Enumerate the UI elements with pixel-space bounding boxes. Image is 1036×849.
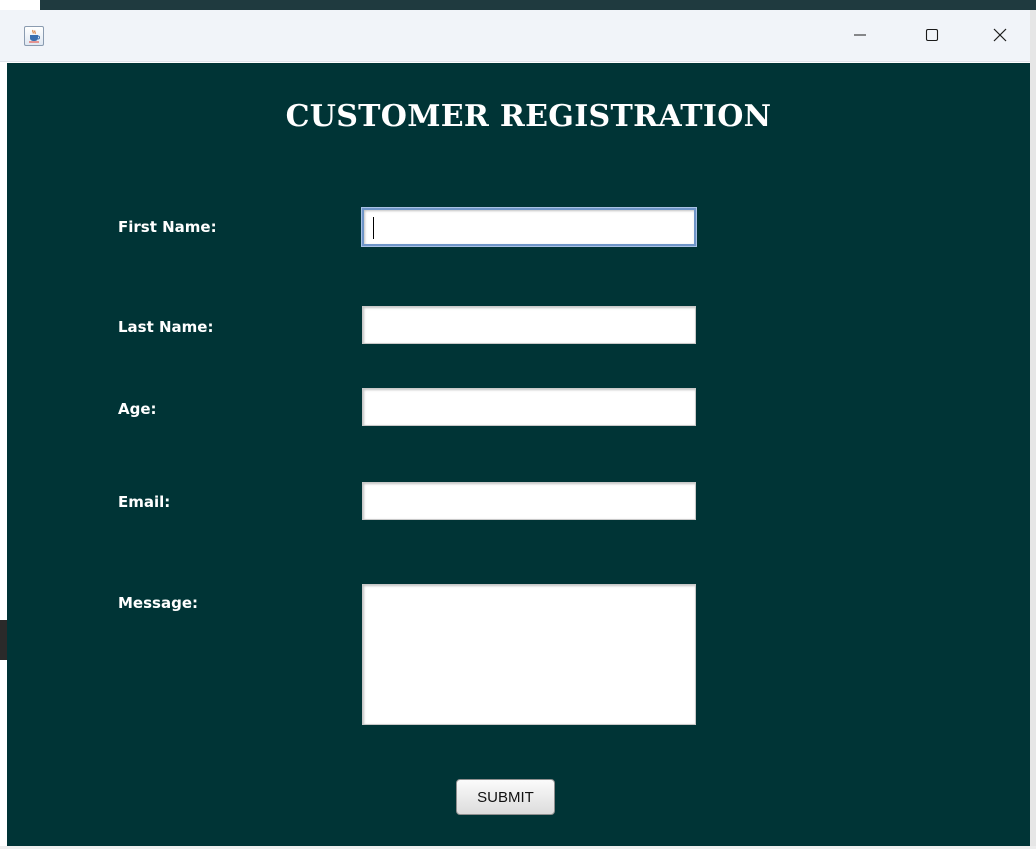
submit-button[interactable]: SUBMIT (456, 779, 555, 815)
java-coffee-cup-glyph (29, 29, 40, 43)
last-name-label: Last Name: (118, 318, 214, 336)
application-window: CUSTOMER REGISTRATION First Name: Last N… (0, 0, 1036, 849)
minimize-button[interactable] (826, 10, 894, 60)
window-top-edge (40, 0, 1036, 10)
message-label: Message: (118, 594, 198, 612)
window-right-edge (1030, 10, 1036, 849)
window-titlebar[interactable] (0, 10, 1030, 62)
registration-panel: CUSTOMER REGISTRATION First Name: Last N… (7, 63, 1030, 846)
age-label: Age: (118, 400, 157, 418)
maximize-icon (925, 28, 939, 42)
close-button[interactable] (966, 10, 1034, 60)
minimize-icon (854, 34, 866, 36)
age-input[interactable] (362, 388, 696, 426)
text-caret (373, 217, 374, 239)
first-name-input[interactable] (362, 208, 696, 246)
java-coffee-cup-icon[interactable] (24, 26, 44, 46)
message-textarea[interactable] (362, 584, 696, 725)
email-input[interactable] (362, 482, 696, 520)
maximize-button[interactable] (898, 10, 966, 60)
first-name-label: First Name: (118, 218, 217, 236)
close-icon (993, 28, 1007, 42)
last-name-input[interactable] (362, 306, 696, 344)
page-title: CUSTOMER REGISTRATION (285, 99, 772, 134)
email-label: Email: (118, 493, 171, 511)
